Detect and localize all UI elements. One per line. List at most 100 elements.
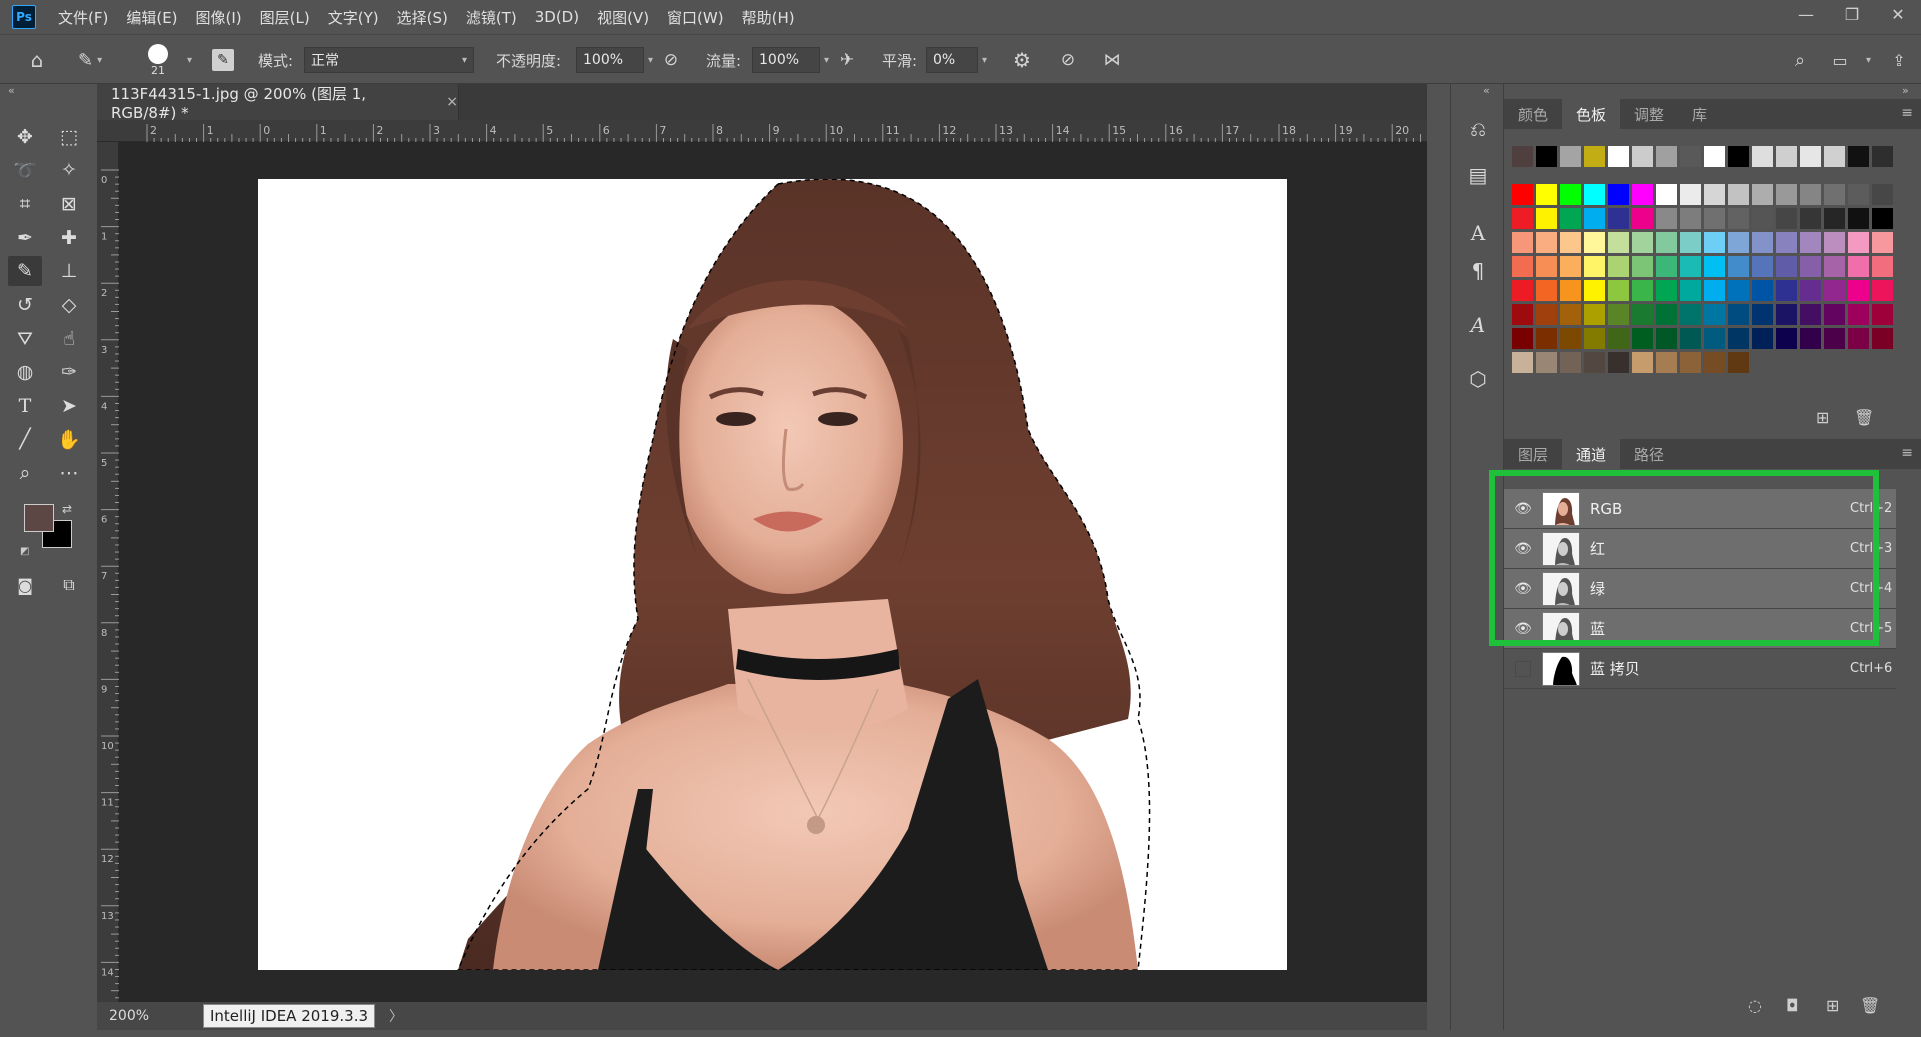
pen-tool-icon[interactable]: ✑ [52, 357, 86, 387]
color-swatch[interactable] [1728, 352, 1749, 373]
recent-swatch[interactable] [1848, 146, 1869, 167]
brush-settings-icon[interactable]: ✎ [210, 35, 236, 85]
visibility-toggle-empty[interactable] [1515, 660, 1531, 677]
color-swatch[interactable] [1848, 304, 1869, 325]
marquee-tool-icon[interactable]: ⬚ [52, 122, 86, 152]
color-swatch[interactable] [1872, 328, 1893, 349]
color-swatch[interactable] [1584, 232, 1605, 253]
recent-swatch[interactable] [1536, 146, 1557, 167]
lasso-tool-icon[interactable]: ➰ [8, 155, 42, 185]
eraser-tool-icon[interactable]: ◇ [52, 290, 86, 320]
color-swatch[interactable] [1584, 352, 1605, 373]
color-swatch[interactable] [1848, 328, 1869, 349]
dodge-tool-icon[interactable]: ◍ [8, 357, 42, 387]
menu-view[interactable]: 视图(V) [597, 7, 649, 28]
chevron-down-icon[interactable]: ▾ [648, 55, 653, 66]
recent-swatch[interactable] [1512, 146, 1533, 167]
status-menu-arrow[interactable]: 〉 [389, 1006, 403, 1026]
color-swatch[interactable] [1680, 280, 1701, 301]
tab-channels[interactable]: 通道 [1562, 439, 1621, 469]
color-swatch[interactable] [1512, 184, 1533, 205]
frame-tool-icon[interactable]: ⊠ [52, 189, 86, 219]
color-swatch[interactable] [1656, 304, 1677, 325]
color-swatch[interactable] [1632, 304, 1653, 325]
color-swatch[interactable] [1632, 256, 1653, 277]
color-swatch[interactable] [1680, 352, 1701, 373]
recent-swatch[interactable] [1608, 146, 1629, 167]
recent-swatch[interactable] [1656, 146, 1677, 167]
color-swatch[interactable] [1704, 328, 1725, 349]
magic-wand-tool-icon[interactable]: ✧ [52, 155, 86, 185]
color-swatch[interactable] [1632, 208, 1653, 229]
recent-swatch[interactable] [1800, 146, 1821, 167]
color-swatch[interactable] [1512, 208, 1533, 229]
opacity-field[interactable]: 100% ▾ [576, 35, 653, 85]
color-swatch[interactable] [1848, 280, 1869, 301]
color-swatch[interactable] [1848, 184, 1869, 205]
eyedropper-tool-icon[interactable]: ✒ [8, 223, 42, 253]
brush-preset-picker[interactable]: ✎ ▾ [78, 35, 102, 85]
color-swatch[interactable] [1872, 232, 1893, 253]
color-swatch[interactable] [1872, 208, 1893, 229]
channel-row[interactable]: 蓝 拷贝 Ctrl+6 [1504, 649, 1896, 689]
color-swatch[interactable] [1656, 232, 1677, 253]
chevron-down-icon[interactable]: ▾ [824, 55, 829, 66]
new-channel-icon[interactable]: ⊞ [1826, 996, 1839, 1015]
color-swatch[interactable] [1632, 352, 1653, 373]
zoom-tool-icon[interactable]: ⌕ [8, 458, 42, 488]
color-swatch[interactable] [1728, 208, 1749, 229]
channel-row[interactable]: 👁 RGB Ctrl+2 [1504, 489, 1896, 529]
document-tab[interactable]: 113F44315-1.jpg @ 200% (图层 1, RGB/8#) * … [97, 84, 459, 122]
hand-tool-icon[interactable]: ✋ [52, 424, 86, 454]
color-swatch[interactable] [1560, 280, 1581, 301]
color-swatch[interactable] [1776, 280, 1797, 301]
recent-swatch[interactable] [1824, 146, 1845, 167]
quick-mask-icon[interactable]: ◙ [8, 570, 42, 600]
paragraph-panel-icon[interactable]: ¶ [1461, 254, 1495, 288]
properties-panel-icon[interactable]: ▤ [1461, 158, 1495, 192]
menu-image[interactable]: 图像(I) [196, 7, 242, 28]
visibility-eye-icon[interactable]: 👁 [1504, 541, 1542, 557]
minimize-button[interactable]: — [1783, 0, 1829, 28]
color-swatch[interactable] [1584, 184, 1605, 205]
recent-swatch[interactable] [1728, 146, 1749, 167]
tab-paths[interactable]: 路径 [1620, 439, 1678, 469]
color-swatch[interactable] [1512, 280, 1533, 301]
color-swatch[interactable] [1728, 256, 1749, 277]
color-swatch[interactable] [1728, 328, 1749, 349]
color-swatch[interactable] [1800, 184, 1821, 205]
color-swatch[interactable] [1560, 232, 1581, 253]
color-swatch[interactable] [1584, 208, 1605, 229]
visibility-eye-icon[interactable]: 👁 [1504, 501, 1542, 517]
color-swatch[interactable] [1824, 280, 1845, 301]
recent-swatch[interactable] [1872, 146, 1893, 167]
color-swatch[interactable] [1680, 208, 1701, 229]
color-swatch[interactable] [1608, 232, 1629, 253]
channel-row[interactable]: 👁 绿 Ctrl+4 [1504, 569, 1896, 609]
collapse-panels-icon[interactable]: « [1483, 84, 1490, 97]
share-icon[interactable]: ⇪ [1884, 35, 1914, 85]
close-document-icon[interactable]: × [446, 94, 458, 110]
tab-layers[interactable]: 图层 [1504, 439, 1562, 469]
color-swatch[interactable] [1512, 232, 1533, 253]
color-swatch[interactable] [1632, 280, 1653, 301]
color-swatch[interactable] [1776, 208, 1797, 229]
pressure-opacity-icon[interactable]: ⊘ [658, 35, 684, 85]
color-swatch[interactable] [1728, 232, 1749, 253]
color-swatch[interactable] [1776, 256, 1797, 277]
color-swatch[interactable] [1704, 352, 1725, 373]
color-swatch[interactable] [1656, 184, 1677, 205]
screen-mode-icon[interactable]: ⧉ [52, 570, 86, 600]
color-swatch[interactable] [1536, 256, 1557, 277]
color-swatch[interactable] [1584, 280, 1605, 301]
flow-field[interactable]: 100% ▾ [752, 35, 829, 85]
recent-swatch[interactable] [1704, 146, 1725, 167]
tab-libraries[interactable]: 库 [1678, 99, 1721, 129]
default-colors-icon[interactable]: ◩ [20, 546, 29, 557]
menu-type[interactable]: 文字(Y) [328, 7, 379, 28]
color-swatch[interactable] [1680, 184, 1701, 205]
color-swatch[interactable] [1704, 280, 1725, 301]
color-swatch[interactable] [1536, 328, 1557, 349]
airbrush-icon[interactable]: ✈ [834, 35, 860, 85]
color-swatch[interactable] [1704, 232, 1725, 253]
